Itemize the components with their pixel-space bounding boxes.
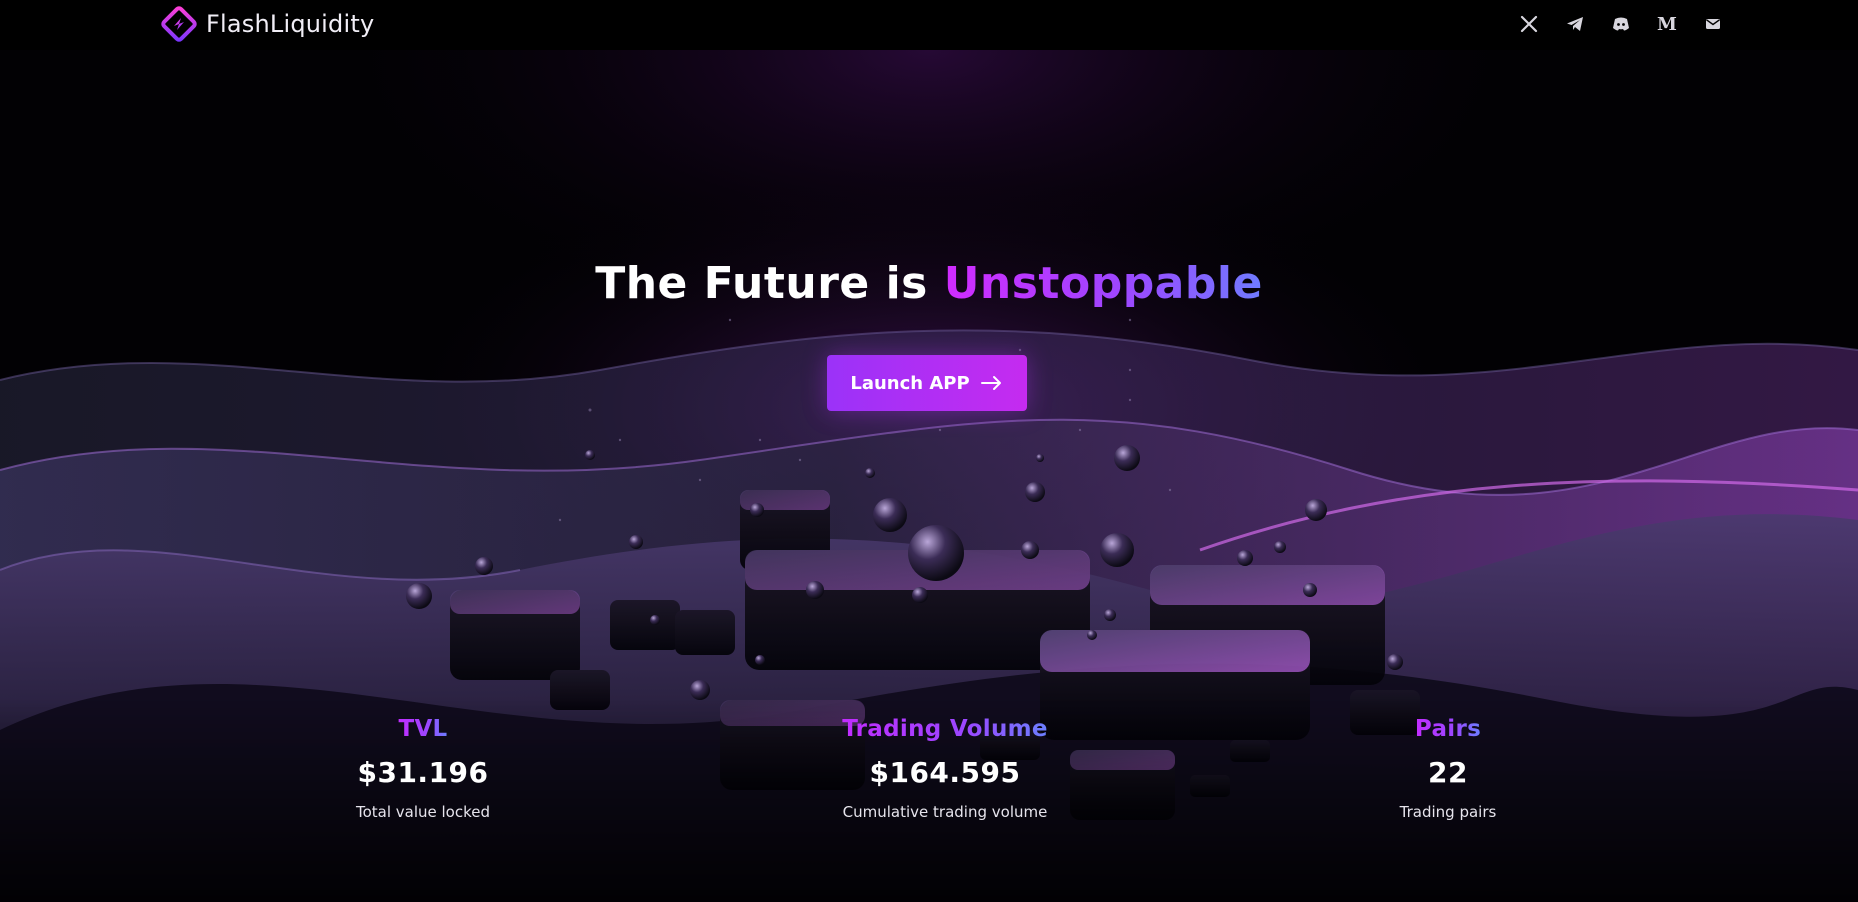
social-links: M: [1515, 11, 1727, 37]
email-link[interactable]: [1699, 11, 1727, 37]
arrow-right-icon: [980, 376, 1001, 390]
medium-icon: M: [1657, 13, 1677, 35]
telegram-icon: [1567, 17, 1583, 31]
stat-pairs: Pairs 22 Trading pairs: [1268, 716, 1628, 821]
x-link[interactable]: [1515, 11, 1543, 37]
stat-value: 22: [1428, 756, 1468, 789]
stat-trading-volume: Trading Volume $164.595 Cumulative tradi…: [765, 716, 1125, 821]
landing-page: FlashLiquidity M The Future is Unstoppab…: [0, 0, 1858, 902]
brand-logo-link[interactable]: FlashLiquidity: [160, 4, 374, 44]
stat-title: TVL: [398, 716, 448, 742]
stat-caption: Cumulative trading volume: [842, 803, 1048, 821]
stat-caption: Total value locked: [355, 803, 491, 821]
stat-tvl: TVL $31.196 Total value locked: [243, 716, 603, 821]
brand-name: FlashLiquidity: [206, 10, 375, 38]
stat-value: $164.595: [869, 756, 1021, 789]
discord-icon: [1613, 17, 1629, 31]
stat-title: Pairs: [1414, 716, 1482, 742]
stat-caption: Trading pairs: [1399, 803, 1497, 821]
top-navigation-bar: FlashLiquidity M: [0, 0, 1858, 50]
hero-headline-accent: Unstoppable: [943, 258, 1263, 309]
stat-value: $31.196: [357, 756, 489, 789]
x-icon: [1520, 15, 1538, 33]
hero-headline: The Future is Unstoppable: [0, 258, 1858, 309]
hero-headline-prefix: The Future is: [595, 258, 944, 309]
medium-link[interactable]: M: [1653, 11, 1681, 37]
stat-title: Trading Volume: [842, 716, 1048, 742]
discord-link[interactable]: [1607, 11, 1635, 37]
launch-app-button[interactable]: Launch APP: [827, 355, 1027, 411]
mail-icon: [1706, 19, 1720, 29]
telegram-link[interactable]: [1561, 11, 1589, 37]
flashliquidity-logo-icon: [161, 6, 197, 42]
launch-app-label: Launch APP: [850, 372, 970, 394]
